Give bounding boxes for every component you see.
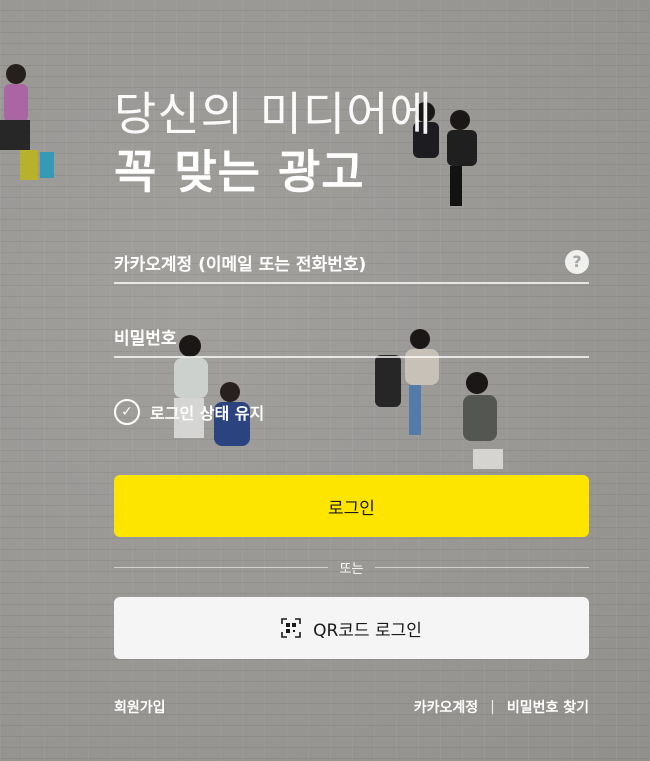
password-field [114, 322, 589, 358]
find-links: 카카오계정 | 비밀번호 찾기 [414, 697, 589, 717]
signup-link[interactable]: 회원가입 [114, 697, 166, 717]
footer-separator: | [490, 699, 495, 715]
divider-line [375, 566, 590, 568]
qr-code-icon [281, 618, 301, 638]
question-icon[interactable]: ? [565, 250, 589, 274]
login-button[interactable]: 로그인 [114, 475, 589, 537]
account-input[interactable] [114, 248, 554, 282]
check-circle-icon: ✓ [114, 399, 140, 425]
divider-text: 또는 [339, 561, 364, 577]
find-account-link[interactable]: 카카오계정 [414, 697, 478, 717]
account-field: ? [114, 248, 589, 284]
login-panel: 당신의 미디어에 꼭 맞는 광고 ? ✓ 로그인 상태 유지 로그인 또는 QR… [114, 0, 590, 761]
password-input[interactable] [114, 322, 554, 356]
find-password-link[interactable]: 비밀번호 찾기 [507, 697, 589, 717]
divider-line [114, 566, 328, 568]
headline-line-2: 꼭 맞는 광고 [114, 145, 365, 199]
qr-login-button[interactable]: QR코드 로그인 [114, 597, 589, 659]
headline-line-1: 당신의 미디어에 [114, 87, 433, 141]
or-divider: 또는 [114, 557, 590, 577]
footer-links: 회원가입 카카오계정 | 비밀번호 찾기 [114, 697, 589, 717]
keep-logged-in-label: 로그인 상태 유지 [150, 404, 265, 423]
qr-login-label: QR코드 로그인 [313, 620, 422, 641]
keep-logged-in-checkbox[interactable]: ✓ 로그인 상태 유지 [114, 399, 264, 425]
